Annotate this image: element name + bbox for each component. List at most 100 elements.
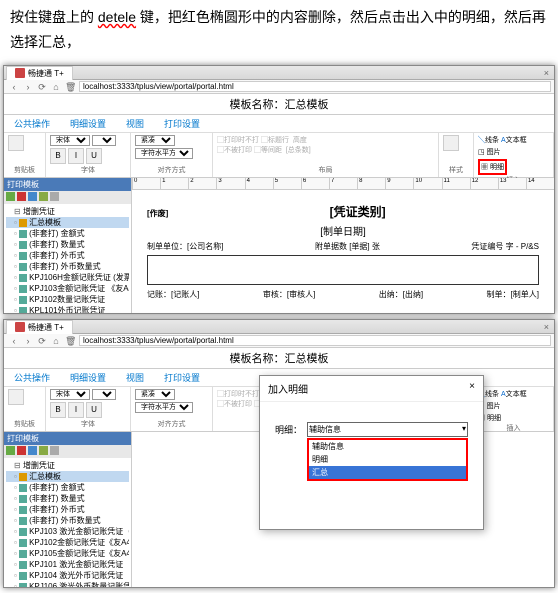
back-icon[interactable]: ‹ xyxy=(9,336,19,346)
app-icon xyxy=(15,68,25,78)
detail-select[interactable]: 辅助信息▾ xyxy=(307,422,468,437)
tab-close-icon[interactable]: × xyxy=(544,322,549,332)
tree: 增删凭证 汇总模板 (非套打) 金额式 (非套打) 数量式 (非套打) 外币式 … xyxy=(4,458,131,587)
dialog-close-icon[interactable]: × xyxy=(469,381,475,396)
tool-more-icon[interactable] xyxy=(50,446,59,455)
tool-add-icon[interactable] xyxy=(6,446,15,455)
tree-item[interactable]: KPJ103金额记账凭证 《友A4三... xyxy=(6,283,129,294)
tree-item[interactable]: KPJ102金额记账凭证《友A4三... xyxy=(6,537,129,548)
font-size-select[interactable]: 9 xyxy=(92,389,116,400)
menu-detail[interactable]: 明细设置 xyxy=(60,115,116,132)
dropdown-option[interactable]: 明细 xyxy=(309,453,466,466)
forward-icon[interactable]: › xyxy=(23,82,33,92)
align-vert-select[interactable]: 字符水平方向 xyxy=(135,148,193,159)
tree-item[interactable]: KPJ104 激光外币记账凭证 xyxy=(6,570,129,581)
browser-tab[interactable]: 畅捷通 T+ xyxy=(6,320,73,334)
sidebar-toolbar xyxy=(4,445,131,458)
tree-item[interactable]: KPL101外币记账凭证 xyxy=(6,305,129,313)
align-vert-select[interactable]: 字符水平方向 xyxy=(135,402,193,413)
font-size-select[interactable]: 9 xyxy=(92,135,116,146)
tree-item[interactable]: KPJ106H金额记账凭证 (发票... xyxy=(6,272,129,283)
sidebar: 打印模板 增删凭证 汇总模板 (非套打) 金额式 (非套打) 数量式 (非套打)… xyxy=(4,178,132,313)
tool-add-icon[interactable] xyxy=(6,192,15,201)
menu-view[interactable]: 视图 xyxy=(116,115,154,132)
align-horiz-select[interactable]: 紧凑 xyxy=(135,389,175,400)
tool-copy-icon[interactable] xyxy=(39,192,48,201)
font-name-select[interactable]: 宋体 xyxy=(50,389,90,400)
tree-item[interactable]: KPJ105金额记账凭证《友A4整8 xyxy=(6,548,129,559)
tree-item[interactable]: (非套打) 数量式 xyxy=(6,493,129,504)
document-preview: [作废][凭证类别] [制单日期] 制单单位：[公司名称] 附单据数 [单据] … xyxy=(132,190,554,310)
dialog-title: 加入明细 xyxy=(268,381,308,396)
ribbon: 剪贴板 宋体9BIU字体 紧凑字符水平方向对齐方式 ▢打印时不打 ▢标题行 高度… xyxy=(4,133,554,178)
tool-del-icon[interactable] xyxy=(17,192,26,201)
menu-print[interactable]: 打印设置 xyxy=(154,369,210,386)
tree: 增删凭证 汇总模板 (非套打) 金额式 (非套打) 数量式 (非套打) 外币式 … xyxy=(4,204,131,313)
browser-tab[interactable]: 畅捷通 T+ xyxy=(6,66,73,80)
tree-item[interactable]: (非套打) 外币数量式 xyxy=(6,515,129,526)
detail-dropdown-highlight: 辅助信息 明细 汇总 xyxy=(307,438,468,481)
home-icon[interactable]: ⌂ xyxy=(51,336,61,346)
forward-icon[interactable]: › xyxy=(23,336,33,346)
tab-close-icon[interactable]: × xyxy=(544,68,549,78)
insert-line[interactable]: 线条 xyxy=(485,137,499,144)
tree-item[interactable]: KPJ106 激光外币数量记账凭证 xyxy=(6,581,129,587)
url-input[interactable] xyxy=(79,335,551,346)
tree-item[interactable]: (非套打) 外币数量式 xyxy=(6,261,129,272)
paste-button[interactable] xyxy=(8,135,24,151)
tool-edit-icon[interactable] xyxy=(28,446,37,455)
tree-root[interactable]: 增删凭证 xyxy=(6,206,129,217)
italic-button[interactable]: I xyxy=(68,148,84,164)
style-button[interactable] xyxy=(443,135,459,151)
menu-public[interactable]: 公共操作 xyxy=(4,369,60,386)
tree-root[interactable]: 增删凭证 xyxy=(6,460,129,471)
screenshot-1: 畅捷通 T+ × ‹ › ⟳ ⌂ 🗑 模板名称：汇总模板 公共操作 明细设置 视… xyxy=(3,65,555,314)
menu-view[interactable]: 视图 xyxy=(116,369,154,386)
trash-icon[interactable]: 🗑 xyxy=(65,336,75,346)
bold-button[interactable]: B xyxy=(50,148,66,164)
add-detail-dialog: 加入明细× 明细： 辅助信息▾ 辅助信息 明细 汇总 xyxy=(259,375,484,530)
tree-item[interactable]: (非套打) 金额式 xyxy=(6,228,129,239)
insert-detail-highlight: ▦ 明细 xyxy=(478,159,507,175)
tool-copy-icon[interactable] xyxy=(39,446,48,455)
italic-button[interactable]: I xyxy=(68,402,84,418)
ruler: 01234567891011121314 xyxy=(132,178,554,190)
tool-del-icon[interactable] xyxy=(17,446,26,455)
doc-subtitle: [制单日期] xyxy=(147,223,539,238)
tool-more-icon[interactable] xyxy=(50,192,59,201)
tree-item[interactable]: (非套打) 外币式 xyxy=(6,250,129,261)
url-bar: ‹ › ⟳ ⌂ 🗑 xyxy=(4,334,554,348)
reload-icon[interactable]: ⟳ xyxy=(37,336,47,346)
screenshot-2: 畅捷通 T+ × ‹ › ⟳ ⌂ 🗑 模板名称：汇总模板 公共操作 明细设置 视… xyxy=(3,319,555,588)
back-icon[interactable]: ‹ xyxy=(9,82,19,92)
reload-icon[interactable]: ⟳ xyxy=(37,82,47,92)
tree-item[interactable]: KPJ103 激光金额记账凭证（发票 xyxy=(6,526,129,537)
url-input[interactable] xyxy=(79,81,551,92)
home-icon[interactable]: ⌂ xyxy=(51,82,61,92)
tree-item[interactable]: KPJ102数量记账凭证 xyxy=(6,294,129,305)
tree-item[interactable]: KPJ101 激光金额记账凭证 xyxy=(6,559,129,570)
insert-text[interactable]: 文本框 xyxy=(506,137,527,144)
tree-selected[interactable]: 汇总模板 xyxy=(6,471,129,482)
align-horiz-select[interactable]: 紧凑 xyxy=(135,135,175,146)
doc-zuofei: [作废] xyxy=(147,208,168,219)
dropdown-option-selected[interactable]: 汇总 xyxy=(309,466,466,479)
trash-icon[interactable]: 🗑 xyxy=(65,82,75,92)
dropdown-option[interactable]: 辅助信息 xyxy=(309,440,466,453)
menu-public[interactable]: 公共操作 xyxy=(4,115,60,132)
paste-button[interactable] xyxy=(8,389,24,405)
insert-image[interactable]: 图片 xyxy=(487,149,501,156)
font-name-select[interactable]: 宋体 xyxy=(50,135,90,146)
tree-item[interactable]: (非套打) 外币式 xyxy=(6,504,129,515)
menu-detail[interactable]: 明细设置 xyxy=(60,369,116,386)
bold-button[interactable]: B xyxy=(50,402,66,418)
underline-button[interactable]: U xyxy=(86,148,102,164)
tool-edit-icon[interactable] xyxy=(28,192,37,201)
sidebar-title: 打印模板 xyxy=(4,178,131,191)
tree-item[interactable]: (非套打) 金额式 xyxy=(6,482,129,493)
insert-detail[interactable]: 明细 xyxy=(490,164,504,171)
tree-item[interactable]: (非套打) 数量式 xyxy=(6,239,129,250)
tree-selected[interactable]: 汇总模板 xyxy=(6,217,129,228)
menu-print[interactable]: 打印设置 xyxy=(154,115,210,132)
underline-button[interactable]: U xyxy=(86,402,102,418)
